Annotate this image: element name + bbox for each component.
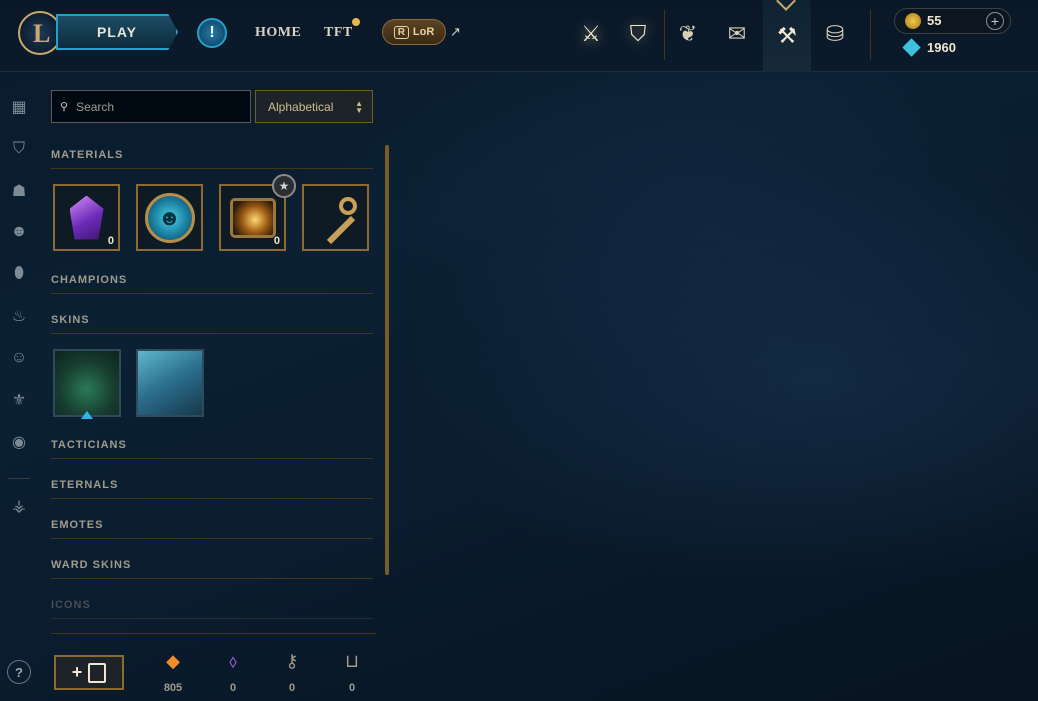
blue-essence-value: 1960: [927, 40, 956, 55]
material-mythic-essence[interactable]: 0: [53, 184, 120, 251]
section-tacticians[interactable]: TACTICIANS: [51, 439, 373, 459]
riot-points-value: 55: [927, 13, 942, 28]
chest-count-value: 0: [348, 682, 356, 694]
chest-count-icon: ⊔: [344, 651, 360, 671]
loot-bag-icon[interactable]: ✉: [717, 12, 757, 56]
sort-value: Alphabetical: [268, 99, 334, 114]
key-fragment-value: 0: [288, 682, 296, 694]
nav-tft[interactable]: TFT: [324, 25, 353, 41]
orange-essence-value: 805: [163, 682, 183, 694]
skin-rarity-marker: [81, 411, 93, 419]
notification-dot: [352, 18, 360, 26]
mythic-essence-value: 0: [229, 682, 237, 694]
top-bar: L PLAY ! HOME TFT R LoR ↗ ⚔ ⛉ ❦ ✉ ⚒ ⛁ 55…: [0, 0, 1038, 72]
league-logo-icon[interactable]: L: [18, 11, 62, 55]
store-icon[interactable]: ⛁: [815, 12, 855, 56]
champion-helmet-icon[interactable]: ☗: [8, 180, 30, 202]
emote-face-icon[interactable]: ☺: [8, 347, 30, 369]
star-badge-icon: ★: [272, 174, 296, 198]
sort-chevron-icon: ▲ ▼: [355, 99, 363, 115]
section-icons[interactable]: ICONS: [51, 599, 373, 619]
skin-shard-2[interactable]: [136, 349, 204, 417]
rail-divider: [8, 478, 30, 479]
riot-points-icon: [905, 13, 921, 29]
search-input[interactable]: [76, 99, 247, 114]
league-logo-letter: L: [33, 19, 51, 48]
blue-essence-icon: [902, 38, 921, 57]
section-eternals[interactable]: ETERNALS: [51, 479, 373, 499]
collection-icon[interactable]: ⛉: [618, 12, 658, 56]
mythic-essence-icon: [69, 195, 104, 240]
section-champions[interactable]: CHAMPIONS: [51, 274, 373, 294]
material-emote-coin[interactable]: ☻: [136, 184, 203, 251]
chest-icon[interactable]: ⛉: [8, 138, 30, 160]
nav-home[interactable]: HOME: [255, 25, 301, 41]
hextech-chest-icon: [229, 197, 276, 238]
search-icon: ⚲: [60, 101, 69, 113]
material-count: 0: [107, 235, 114, 247]
section-materials[interactable]: MATERIALS: [51, 149, 373, 169]
profile-icon[interactable]: ◉: [8, 431, 30, 453]
clash-icon[interactable]: ❦: [668, 12, 708, 56]
eternals-icon[interactable]: ⚶: [8, 495, 30, 517]
tft-icon[interactable]: ⚜: [8, 389, 30, 411]
chest-icon: [88, 662, 107, 683]
material-count: 0: [273, 235, 280, 247]
ward-icon[interactable]: ⬮: [8, 263, 30, 285]
alert-icon[interactable]: !: [197, 18, 227, 48]
section-ward-skins[interactable]: WARD SKINS: [51, 559, 373, 579]
lor-label: LoR: [412, 26, 435, 38]
sort-dropdown[interactable]: Alphabetical ▲ ▼: [255, 90, 373, 123]
material-key[interactable]: [302, 184, 369, 251]
orange-essence-icon: ◆: [166, 651, 180, 671]
crafting-icon[interactable]: ⚒: [763, 0, 811, 72]
mask-icon[interactable]: ☻: [8, 221, 30, 243]
lor-button[interactable]: R LoR: [382, 19, 446, 45]
lor-letter: R: [393, 25, 409, 39]
mythic-essence-icon: ⬨: [228, 651, 238, 671]
section-emotes[interactable]: EMOTES: [51, 519, 373, 539]
key-icon: [313, 195, 359, 244]
section-skins[interactable]: SKINS: [51, 314, 373, 334]
search-box[interactable]: ⚲: [51, 90, 251, 123]
footer-divider: [51, 633, 376, 634]
add-chest-button[interactable]: +: [54, 655, 124, 690]
top-divider: [664, 10, 665, 60]
worlds-icon[interactable]: ⚔: [571, 12, 611, 56]
top-divider: [870, 10, 871, 60]
emote-coin-icon: ☻: [144, 192, 195, 243]
buy-rp-button[interactable]: +: [986, 12, 1004, 30]
key-fragment-icon: ⚷: [285, 651, 299, 671]
help-button[interactable]: ?: [7, 660, 31, 684]
scrollbar[interactable]: [385, 145, 389, 575]
skin-shard-1[interactable]: [53, 349, 121, 417]
external-link-icon: ↗: [450, 24, 461, 39]
flame-icon[interactable]: ♨: [8, 305, 30, 327]
plus-glyph: +: [71, 662, 83, 682]
grid-icon[interactable]: ▦: [8, 96, 30, 118]
play-button[interactable]: PLAY: [56, 14, 178, 50]
